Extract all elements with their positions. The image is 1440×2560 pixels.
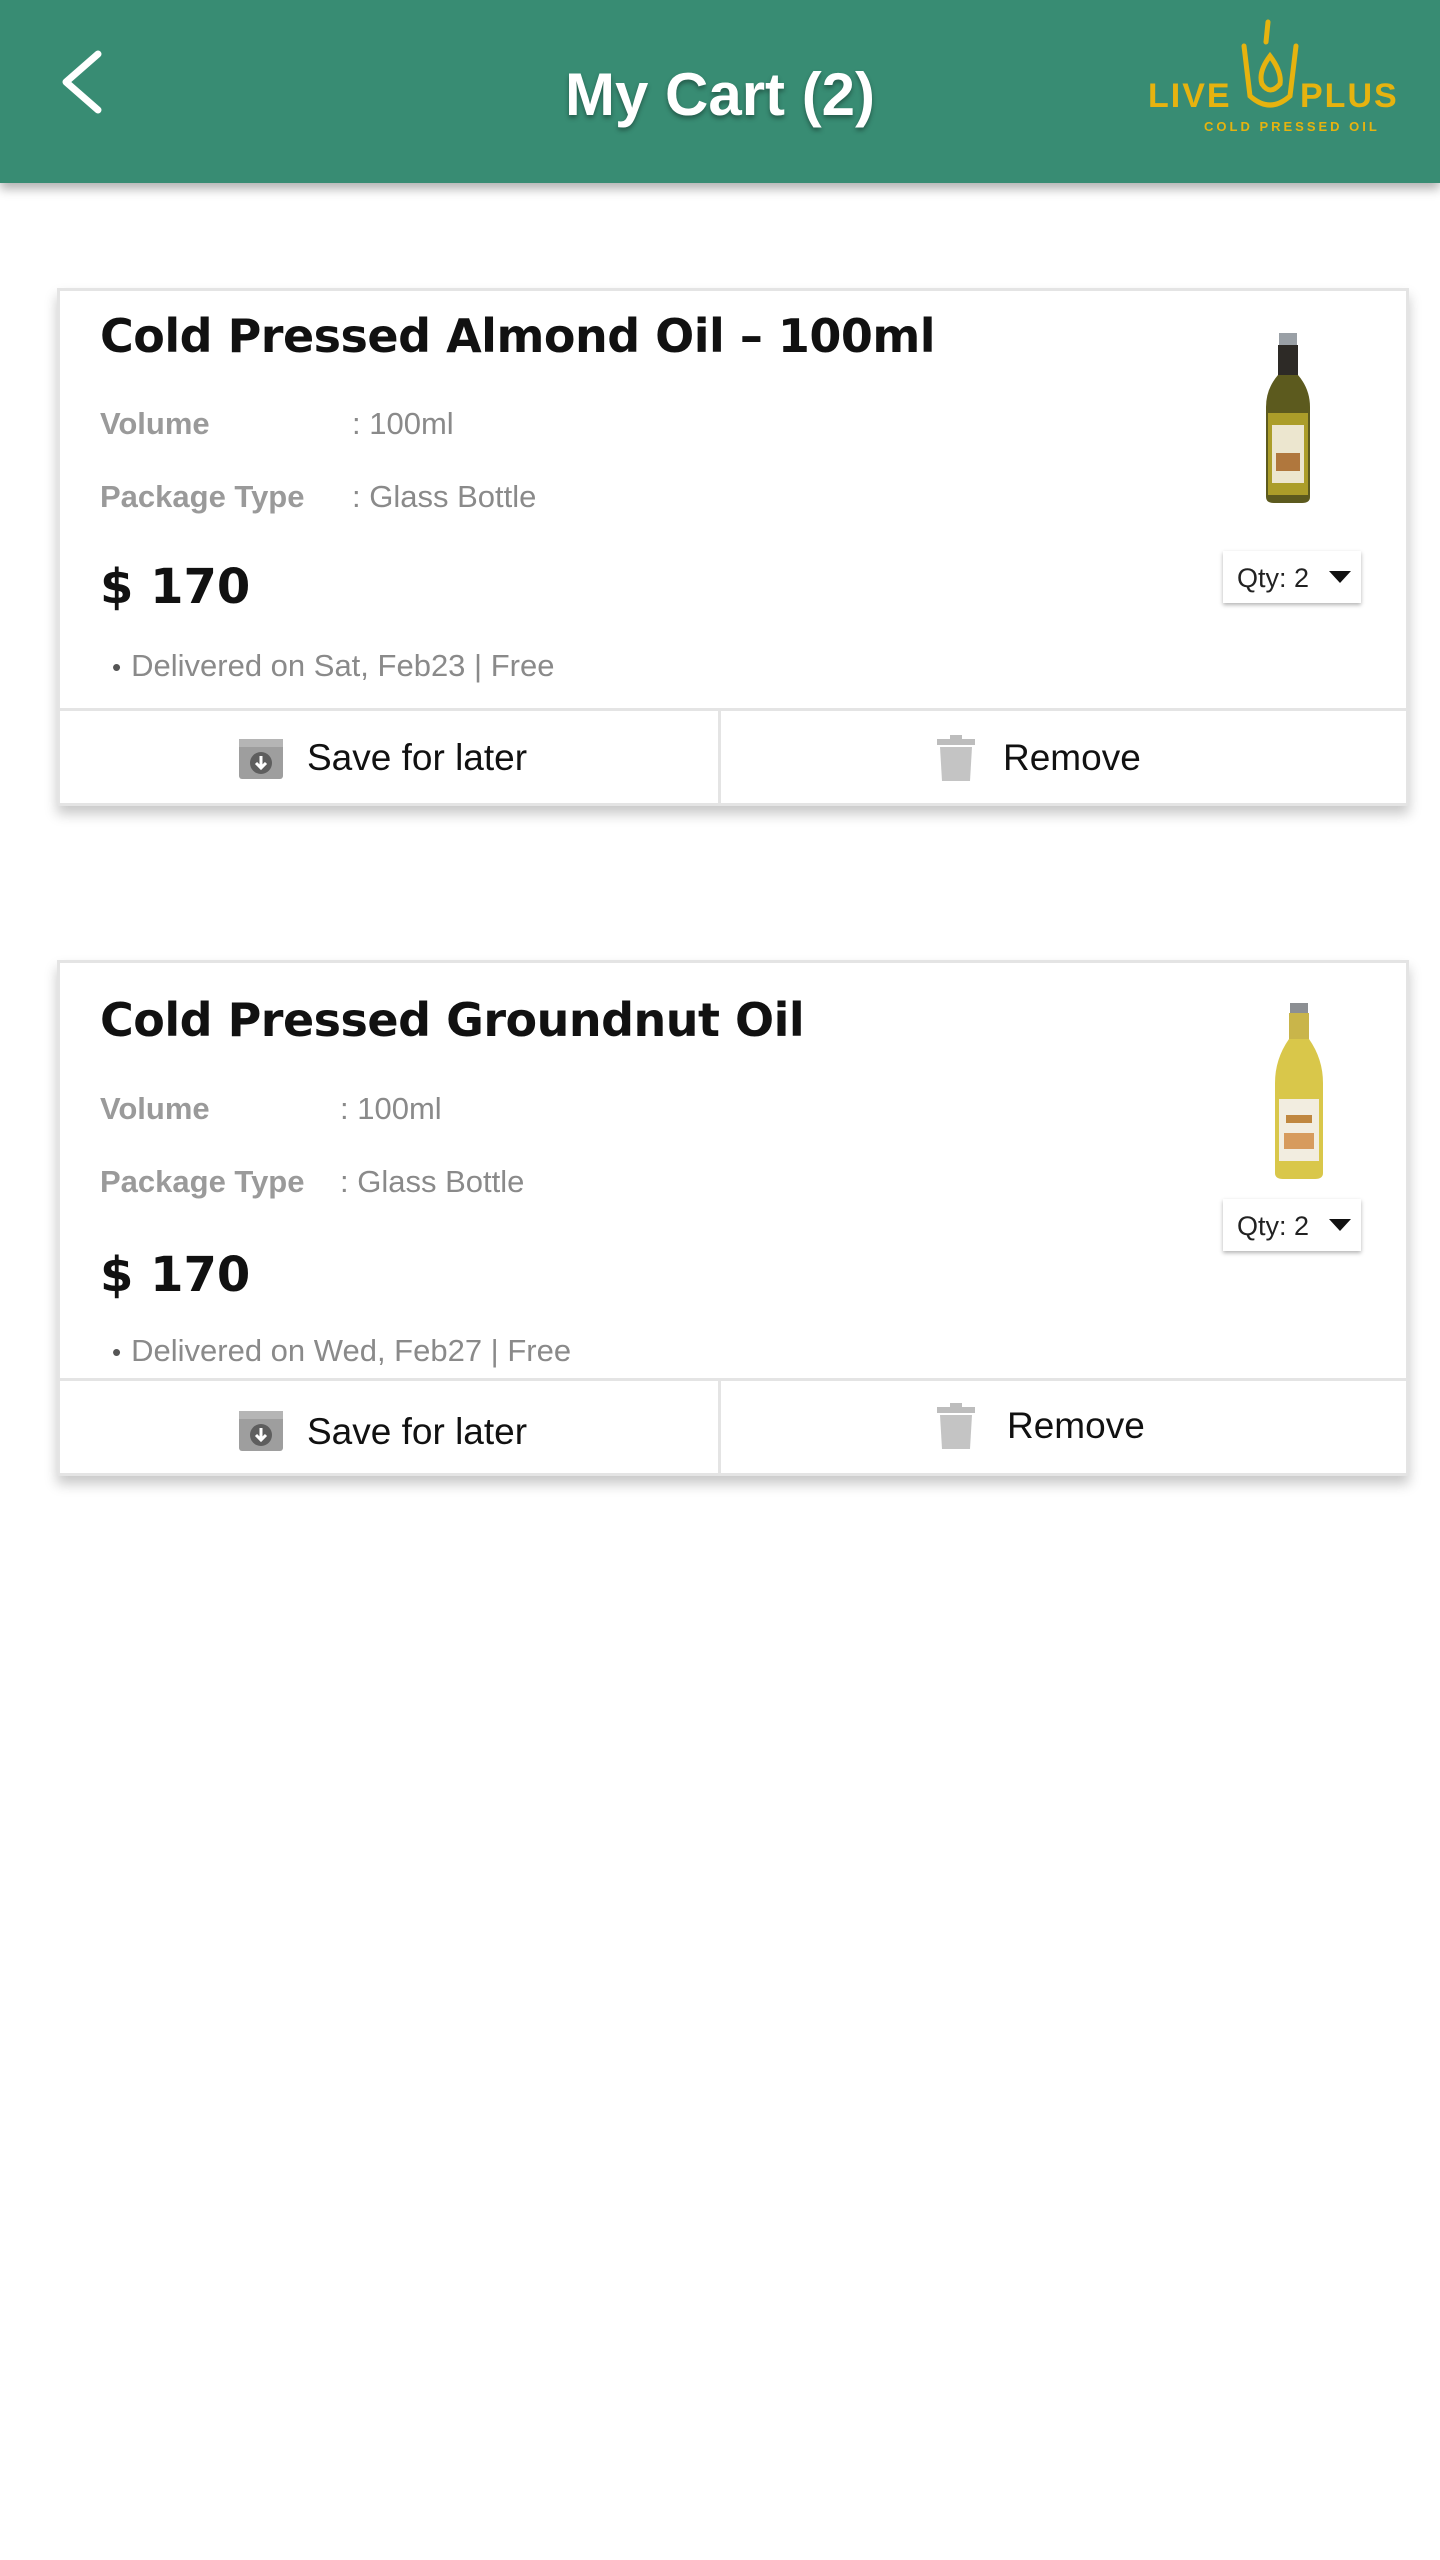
logo-word-live: LIVE bbox=[1148, 77, 1232, 115]
save-for-later-label: Save for later bbox=[307, 737, 528, 778]
cart-item-card: Cold Pressed Groundnut Oil Volume : 100m… bbox=[57, 960, 1409, 1476]
archive-download-icon bbox=[239, 739, 283, 779]
quantity-value: Qty: 2 bbox=[1237, 563, 1310, 593]
bullet-icon: • bbox=[112, 1337, 122, 1367]
volume-value: : 100ml bbox=[352, 406, 454, 441]
dropdown-caret-icon bbox=[1329, 1219, 1351, 1231]
logo-word-plus: PLUS bbox=[1300, 77, 1399, 115]
delivery-text: Delivered on Sat, Feb23 | Free bbox=[131, 648, 555, 683]
save-for-later-button[interactable]: Save for later bbox=[57, 1381, 721, 1476]
card-actions: Save for later Remove bbox=[57, 708, 1409, 806]
quantity-select[interactable]: Qty: 2 bbox=[1223, 1199, 1361, 1251]
package-type-value: : Glass Bottle bbox=[340, 1164, 525, 1199]
product-image[interactable] bbox=[1270, 1003, 1328, 1181]
package-type-value: : Glass Bottle bbox=[352, 479, 537, 514]
remove-label: Remove bbox=[1007, 1405, 1145, 1446]
trash-icon bbox=[937, 735, 975, 781]
volume-label: Volume bbox=[100, 406, 210, 441]
trash-icon bbox=[937, 1403, 975, 1449]
save-for-later-button[interactable]: Save for later bbox=[57, 711, 721, 806]
bullet-icon: • bbox=[112, 652, 122, 682]
quantity-select[interactable]: Qty: 2 bbox=[1223, 551, 1361, 603]
product-name[interactable]: Cold Pressed Groundnut Oil bbox=[100, 993, 805, 1047]
archive-download-icon bbox=[239, 1411, 283, 1451]
remove-button[interactable]: Remove bbox=[721, 1381, 1409, 1476]
package-type-label: Package Type bbox=[100, 1164, 305, 1199]
oil-drop-cup-icon bbox=[1241, 19, 1299, 108]
product-price: $ 170 bbox=[100, 559, 251, 615]
delivery-info: • Delivered on Sat, Feb23 | Free bbox=[112, 648, 554, 684]
save-for-later-label: Save for later bbox=[307, 1411, 528, 1452]
delivery-info: • Delivered on Wed, Feb27 | Free bbox=[112, 1333, 571, 1369]
back-button[interactable] bbox=[54, 44, 134, 124]
volume-value: : 100ml bbox=[340, 1091, 442, 1126]
logo-tagline: COLD PRESSED OIL bbox=[1204, 119, 1380, 134]
app-bar: My Cart (2) LIVE PLUS COLD PRESSED OIL bbox=[0, 0, 1440, 183]
brand-logo[interactable]: LIVE PLUS COLD PRESSED OIL bbox=[1140, 14, 1400, 149]
volume-label: Volume bbox=[100, 1091, 210, 1126]
package-type-label: Package Type bbox=[100, 479, 305, 514]
chevron-left-icon bbox=[62, 50, 102, 114]
delivery-text: Delivered on Wed, Feb27 | Free bbox=[131, 1333, 572, 1368]
product-price: $ 170 bbox=[100, 1247, 251, 1303]
dropdown-caret-icon bbox=[1329, 571, 1351, 583]
product-name[interactable]: Cold Pressed Almond Oil – 100ml bbox=[100, 309, 936, 363]
remove-button[interactable]: Remove bbox=[721, 711, 1409, 806]
product-image[interactable] bbox=[1260, 333, 1316, 505]
cart-item-card: Cold Pressed Almond Oil – 100ml Volume :… bbox=[57, 288, 1409, 806]
card-actions: Save for later Remove bbox=[57, 1378, 1409, 1476]
quantity-value: Qty: 2 bbox=[1237, 1211, 1310, 1241]
remove-label: Remove bbox=[1003, 737, 1141, 778]
